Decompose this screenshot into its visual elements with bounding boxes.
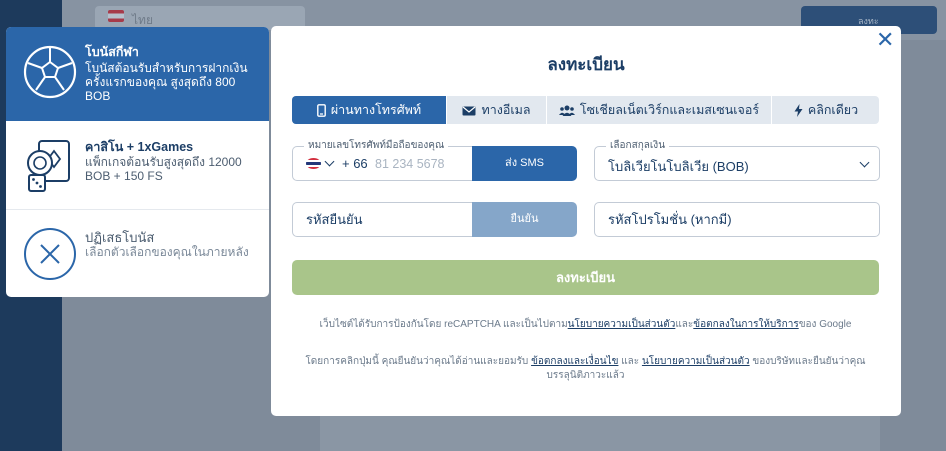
casino-chips-dice-icon [27,140,70,192]
soccer-ball-icon [23,45,77,99]
bonus-sport-title: โบนัสกีฬา [85,45,139,59]
bonus-casino-title: คาสิโน + 1xGames [85,140,194,154]
x-circle-icon [24,228,76,280]
bonus-option-sport[interactable]: โบนัสกีฬา โบนัสต้อนรับสำหรับการฝากเงินคร… [6,27,269,121]
promo-code-field [594,202,880,237]
recaptcha-notice: เว็บไซต์ได้รับการป้องกันโดย reCAPTCHA แล… [292,318,879,332]
lightning-icon [794,104,803,118]
recaptcha-terms-link[interactable]: ข้อตกลงในการให้บริการ [693,319,798,330]
verification-code-field [292,202,472,237]
consent-terms-link[interactable]: ข้อตกลงและเงื่อนไข [531,356,618,367]
tab-social[interactable]: โซเชียลเน็ตเวิร์กและเมสเซนเจอร์ [546,96,771,124]
bonus-option-casino[interactable]: คาสิโน + 1xGames แพ็กเกจต้อนรับสูงสุดถึง… [6,121,269,210]
tab-email[interactable]: ทางอีเมล [446,96,546,124]
tab-social-label: โซเชียลเน็ตเวิร์กและเมสเซนเจอร์ [579,103,760,117]
tab-phone-label: ผ่านทางโทรศัพท์ [330,103,422,117]
bonus-panel: โบนัสกีฬา โบนัสต้อนรับสำหรับการฝากเงินคร… [6,27,269,297]
verification-code-input[interactable] [293,203,472,236]
recaptcha-text-and: และ [675,319,694,330]
close-icon[interactable]: ✕ [876,29,894,51]
confirm-code-button[interactable]: ยืนยัน [472,202,577,237]
promo-code-input[interactable] [595,203,879,236]
currency-field-label: เลือกสกุลเงิน [606,140,670,152]
tab-one-click-label: คลิกเดียว [807,103,859,117]
tab-email-label: ทางอีเมล [481,103,531,117]
chevron-down-icon[interactable] [324,156,335,167]
consent-text-pre: โดยการคลิกปุ่มนี้ คุณยืนยันว่าคุณได้อ่าน… [305,356,532,367]
bonus-option-reject[interactable]: ปฏิเสธโบนัส เลือกตัวเลือกของคุณในภายหลัง [6,210,269,297]
registration-tabs: ผ่านทางโทรศัพท์ ทางอีเมล โซเชียลเน็ตเวิร… [292,96,879,124]
modal-title: ลงทะเบียน [547,55,625,74]
phone-input[interactable] [371,148,477,179]
recaptcha-text-pre: เว็บไซต์ได้รับการป้องกันโดย reCAPTCHA แล… [319,319,568,330]
recaptcha-privacy-link[interactable]: นโยบายความเป็นส่วนตัว [568,319,676,330]
country-code: + 66 [342,156,368,171]
bonus-reject-description: เลือกตัวเลือกของคุณในภายหลัง [85,245,249,259]
registration-modal: ✕ ลงทะเบียน ผ่านทางโทรศัพท์ ทางอีเมล โซเ [271,26,901,416]
thailand-flag-icon[interactable] [306,158,321,169]
envelope-icon [462,106,476,116]
chevron-down-icon [859,157,870,168]
consent-text-and: และ [618,356,642,367]
consent-privacy-link[interactable]: นโยบายความเป็นส่วนตัว [642,356,750,367]
currency-value: โบลิเวียโนโบลิเวีย (BOB) [608,159,749,174]
phone-field-label: หมายเลขโทรศัพท์มือถือของคุณ [304,140,449,152]
bonus-casino-description: แพ็กเกจต้อนรับสูงสุดถึง 12000 BOB + 150 … [85,155,242,183]
phone-icon [316,104,326,118]
tab-one-click[interactable]: คลิกเดียว [771,96,879,124]
consent-notice: โดยการคลิกปุ่มนี้ คุณยืนยันว่าคุณได้อ่าน… [299,355,872,383]
tab-phone[interactable]: ผ่านทางโทรศัพท์ [292,96,446,124]
users-icon [558,105,575,117]
send-sms-button[interactable]: ส่ง SMS [472,146,577,181]
background-flag-icon [108,10,124,22]
bonus-sport-description: โบนัสต้อนรับสำหรับการฝากเงินครั้งแรกของค… [85,61,248,103]
recaptcha-text-post: ของ Google [798,319,852,330]
register-button[interactable]: ลงทะเบียน [292,260,879,295]
